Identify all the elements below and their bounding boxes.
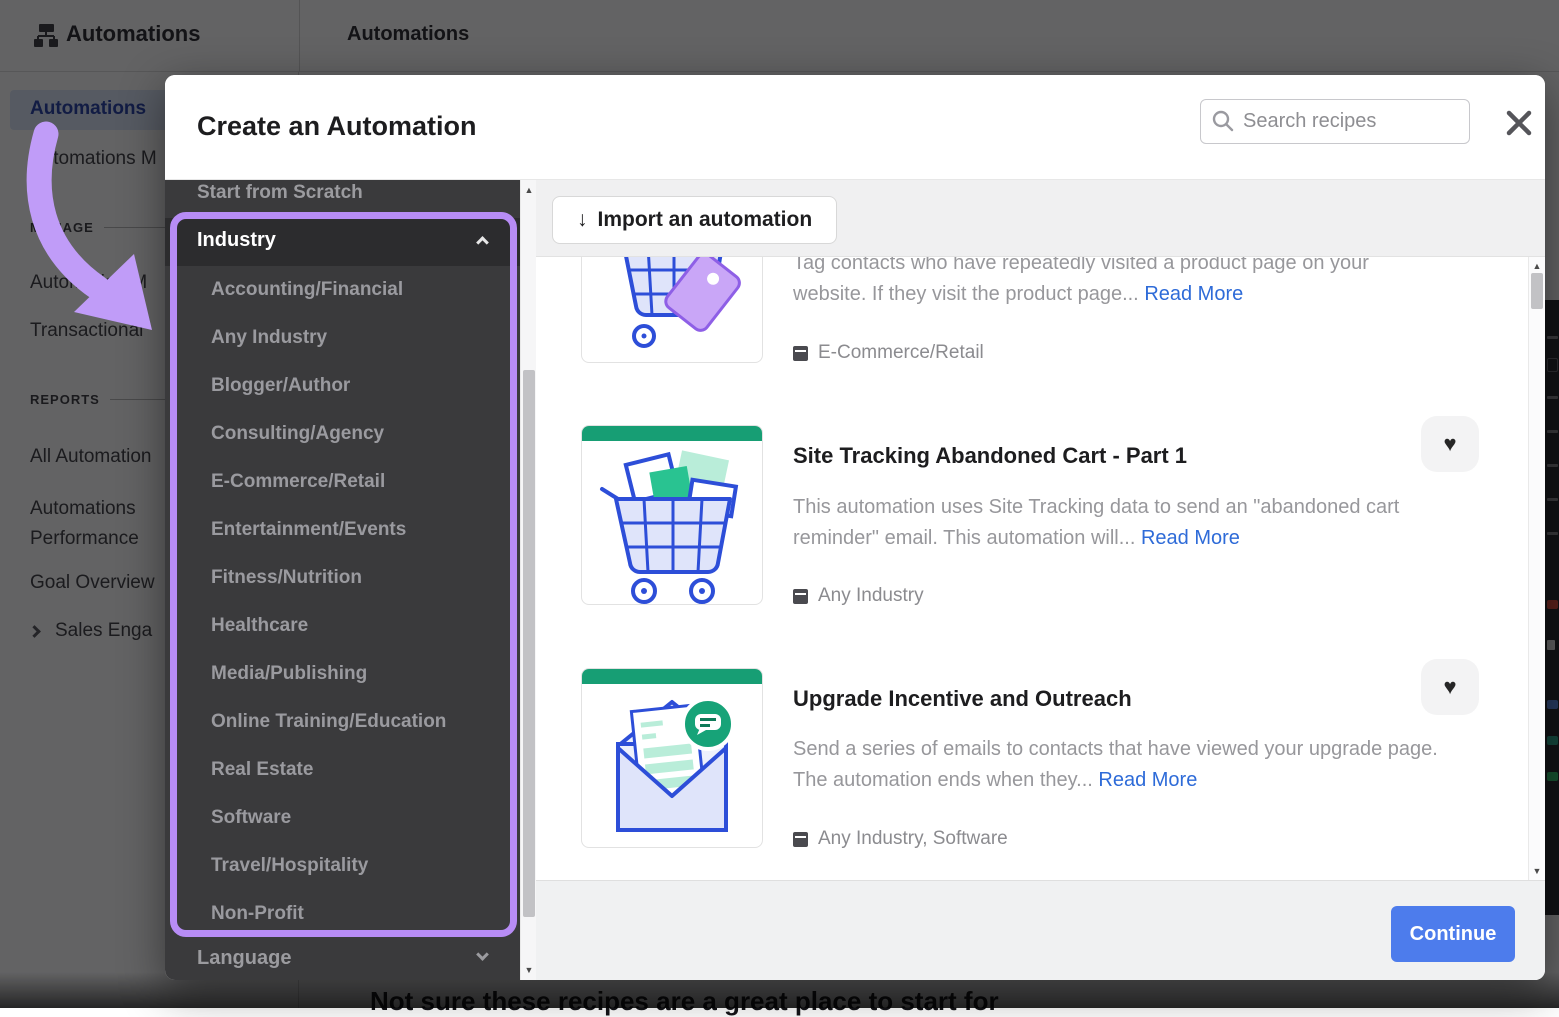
industry-list: Accounting/Financial Any Industry Blogge… [165,266,520,938]
import-bar: ↓ Import an automation [536,180,1545,257]
scroll-down-icon[interactable]: ▼ [521,965,537,975]
favorite-button[interactable]: ♥ [1421,416,1479,472]
read-more-link[interactable]: Read More [1144,283,1243,305]
industry-item[interactable]: Fitness/Nutrition [165,554,520,602]
scroll-up-icon[interactable]: ▲ [1529,261,1545,271]
search-icon [1212,110,1234,132]
recipe-image-header [582,669,762,684]
industry-item[interactable]: Consulting/Agency [165,410,520,458]
industry-item[interactable]: Entertainment/Events [165,506,520,554]
industry-item[interactable]: Accounting/Financial [165,266,520,314]
search-input[interactable] [1200,99,1470,144]
recipes-scrollbar-thumb[interactable] [1531,273,1543,309]
industry-item[interactable]: Software [165,794,520,842]
scroll-up-icon[interactable]: ▲ [521,185,537,195]
modal-header: Create an Automation [165,75,1545,180]
chevron-up-icon [476,236,489,249]
industry-item[interactable]: Online Training/Education [165,698,520,746]
category-group-language[interactable]: Language [165,936,520,980]
recipe-image-cart-tag [581,257,763,363]
recipe-tags: Any Industry, Software [793,828,1008,850]
favorite-button[interactable]: ♥ [1421,659,1479,715]
read-more-link[interactable]: Read More [1141,527,1240,549]
read-more-link[interactable]: Read More [1098,769,1197,791]
industry-item[interactable]: Healthcare [165,602,520,650]
industry-tag-icon [793,346,808,361]
recipe-tags: E-Commerce/Retail [793,342,984,364]
recipe-image-cart-full [581,425,763,605]
category-scrollbar-thumb[interactable] [523,370,535,917]
category-panel: Start from Scratch Industry Accounting/F… [165,180,520,980]
industry-item[interactable]: Real Estate [165,746,520,794]
recipe-list: Tag contacts who have repeatedly visited… [536,257,1528,880]
chevron-down-icon [476,948,489,961]
import-automation-button[interactable]: ↓ Import an automation [552,196,837,244]
recipe-description: Send a series of emails to contacts that… [793,734,1493,796]
close-icon[interactable] [1501,105,1537,141]
recipe-description: This automation uses Site Tracking data … [793,492,1493,554]
recipe-description: Tag contacts who have repeatedly visited… [793,257,1493,310]
recipe-search [1200,99,1470,144]
industry-item[interactable]: Media/Publishing [165,650,520,698]
industry-tag-icon [793,589,808,604]
recipe-image-header [582,426,762,441]
category-scrollbar[interactable]: ▲ ▼ [520,180,536,980]
industry-item[interactable]: Any Industry [165,314,520,362]
industry-item[interactable]: E-Commerce/Retail [165,458,520,506]
recipe-tags: Any Industry [793,585,924,607]
industry-item[interactable]: Blogger/Author [165,362,520,410]
recipes-scrollbar[interactable]: ▲ ▼ [1528,257,1545,880]
scroll-down-icon[interactable]: ▼ [1529,866,1545,876]
recipe-title: Upgrade Incentive and Outreach [793,686,1132,712]
industry-item[interactable]: Non-Profit [165,890,520,938]
download-arrow-icon: ↓ [577,208,588,232]
heart-icon: ♥ [1443,431,1456,457]
industry-tag-icon [793,832,808,847]
category-group-industry[interactable]: Industry [165,218,520,266]
category-start-from-scratch[interactable]: Start from Scratch [197,182,363,204]
modal-footer: Continue [536,880,1545,980]
create-automation-modal: Create an Automation Start from Scratch … [165,75,1545,980]
recipe-title: Site Tracking Abandoned Cart - Part 1 [793,443,1187,469]
modal-title: Create an Automation [197,111,477,142]
recipe-image-envelope [581,668,763,848]
heart-icon: ♥ [1443,674,1456,700]
continue-button[interactable]: Continue [1391,906,1515,962]
industry-item[interactable]: Travel/Hospitality [165,842,520,890]
